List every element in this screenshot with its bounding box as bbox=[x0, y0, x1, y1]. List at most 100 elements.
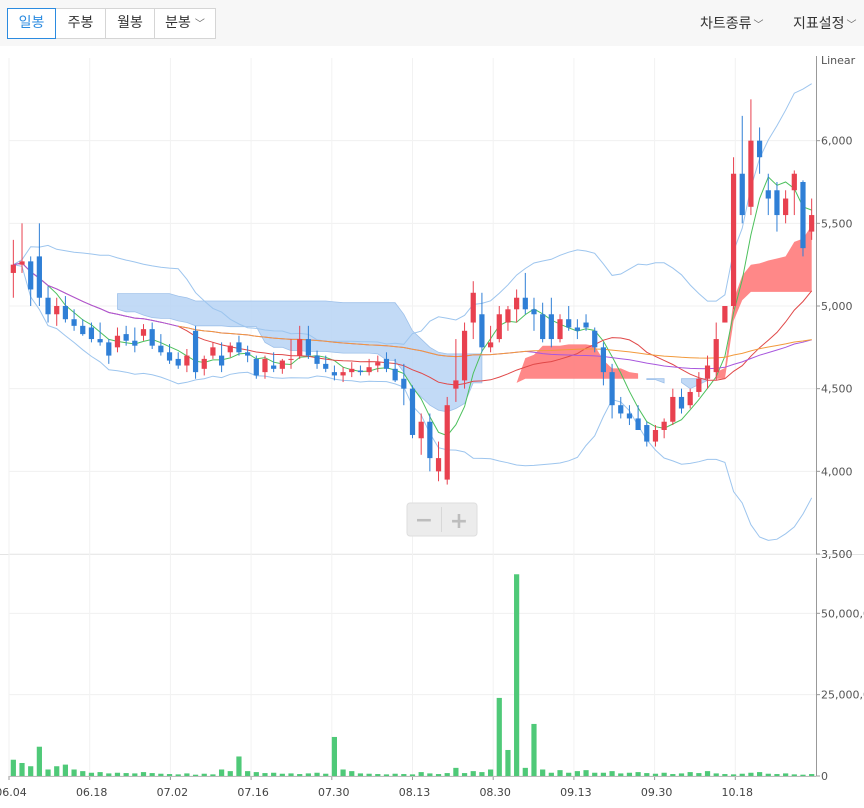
y-tick-label: 6,000 bbox=[821, 135, 853, 148]
candle-up bbox=[748, 140, 754, 207]
volume-bar bbox=[305, 773, 311, 776]
volume-bar bbox=[80, 771, 86, 776]
candle-up bbox=[279, 360, 285, 369]
candle-up bbox=[505, 309, 511, 323]
volume-bar bbox=[652, 773, 659, 776]
candle-up bbox=[704, 365, 711, 379]
candle-down bbox=[540, 314, 546, 340]
candle-up bbox=[54, 306, 60, 315]
candle-up bbox=[722, 306, 728, 323]
candle-down bbox=[479, 314, 485, 348]
candle-down bbox=[62, 306, 69, 320]
candle-down bbox=[28, 261, 34, 290]
y-tick-label: 5,500 bbox=[821, 217, 853, 230]
volume-bar bbox=[383, 774, 390, 776]
stock-chart[interactable]: 3,500 4,000 4,500 5,000 5,500 6,000 Linear 0 25,… bbox=[0, 46, 864, 808]
scale-type-label: Linear bbox=[821, 54, 856, 67]
volume-bar bbox=[661, 772, 667, 776]
volume-bar bbox=[487, 769, 494, 776]
candle-down bbox=[765, 190, 771, 199]
candle-up bbox=[661, 421, 667, 430]
volume-bar bbox=[10, 759, 16, 776]
candle-down bbox=[756, 140, 763, 158]
volume-tick-label: 0 bbox=[821, 770, 828, 783]
volume-bar bbox=[540, 769, 546, 776]
candle-down bbox=[409, 388, 416, 435]
candle-down bbox=[132, 340, 138, 346]
candle-up bbox=[713, 339, 719, 373]
volume-bar bbox=[548, 772, 554, 776]
x-tick-label: 09.13 bbox=[560, 786, 592, 799]
x-tick-label: 07.16 bbox=[237, 786, 269, 799]
candle-down bbox=[600, 347, 607, 373]
candle-down bbox=[106, 342, 112, 356]
candle-down bbox=[774, 190, 780, 216]
candle-up bbox=[375, 362, 381, 366]
volume-bar bbox=[245, 771, 251, 776]
volume-bar bbox=[756, 772, 763, 776]
volume-bar bbox=[192, 774, 199, 776]
zoom-in-button[interactable]: + bbox=[450, 509, 468, 534]
candle-up bbox=[262, 358, 268, 373]
volume-bar bbox=[418, 772, 424, 776]
chart-type-menu[interactable]: 차트종류 ﹀ bbox=[700, 13, 764, 33]
tab-minute[interactable]: 분봉 ﹀ bbox=[155, 9, 215, 38]
volume-tick-label: 50,000,000 bbox=[821, 607, 864, 620]
indicator-settings-label: 지표설정 bbox=[793, 16, 845, 32]
candle-up bbox=[340, 372, 346, 376]
candle-up bbox=[791, 173, 797, 191]
zoom-out-button[interactable]: − bbox=[415, 508, 433, 533]
volume-bar bbox=[323, 773, 329, 776]
volume-bar bbox=[522, 767, 528, 776]
volume-bar bbox=[557, 770, 563, 776]
volume-bar bbox=[748, 772, 754, 776]
x-tick-label: 08.13 bbox=[399, 786, 431, 799]
volume-bar bbox=[297, 774, 303, 776]
candle-down bbox=[166, 352, 173, 361]
candle-down bbox=[71, 319, 77, 326]
volume-bar bbox=[427, 773, 433, 776]
candle-up bbox=[184, 355, 190, 366]
volume-bar bbox=[349, 771, 355, 776]
volume-bar bbox=[340, 769, 346, 776]
candle-down bbox=[271, 365, 277, 369]
candle-down bbox=[800, 182, 806, 249]
volume-bar bbox=[123, 773, 129, 776]
tab-minute-label: 분봉 bbox=[165, 15, 191, 31]
volume-bar bbox=[227, 771, 233, 776]
candle-up bbox=[114, 335, 121, 348]
volume-bar bbox=[218, 769, 225, 776]
candle-up bbox=[140, 329, 147, 336]
indicator-settings-menu[interactable]: 지표설정 ﹀ bbox=[793, 13, 857, 33]
volume-bar bbox=[730, 774, 737, 776]
candle-down bbox=[635, 418, 641, 430]
candle-down bbox=[574, 327, 580, 331]
volume-bar bbox=[166, 774, 173, 776]
volume-bar bbox=[444, 773, 450, 776]
candle-down bbox=[236, 342, 242, 353]
chart-type-menu-label: 차트종류 bbox=[700, 16, 752, 32]
volume-bar bbox=[314, 772, 320, 776]
volume-bar bbox=[453, 767, 459, 776]
candle-down bbox=[158, 345, 164, 353]
candle-down bbox=[522, 297, 528, 310]
candle-up bbox=[10, 264, 16, 273]
volume-bar bbox=[45, 769, 51, 776]
volume-bar bbox=[635, 772, 641, 776]
tab-daily[interactable]: 일봉 bbox=[7, 8, 56, 39]
candle-up bbox=[496, 314, 502, 340]
candle-down bbox=[427, 421, 433, 459]
volume-bar bbox=[36, 746, 42, 776]
tab-weekly[interactable]: 주봉 bbox=[56, 9, 106, 38]
volume-bar bbox=[470, 771, 476, 776]
candle-down bbox=[123, 334, 129, 341]
candle-down bbox=[609, 372, 615, 406]
volume-bar bbox=[505, 749, 511, 776]
candle-up bbox=[201, 358, 207, 369]
tab-monthly[interactable]: 월봉 bbox=[106, 9, 155, 38]
candle-down bbox=[626, 413, 633, 419]
tab-weekly-label: 주봉 bbox=[67, 15, 94, 31]
candle-down bbox=[566, 319, 572, 328]
volume-bar bbox=[479, 772, 485, 776]
x-tick-label: 06.18 bbox=[76, 786, 108, 799]
